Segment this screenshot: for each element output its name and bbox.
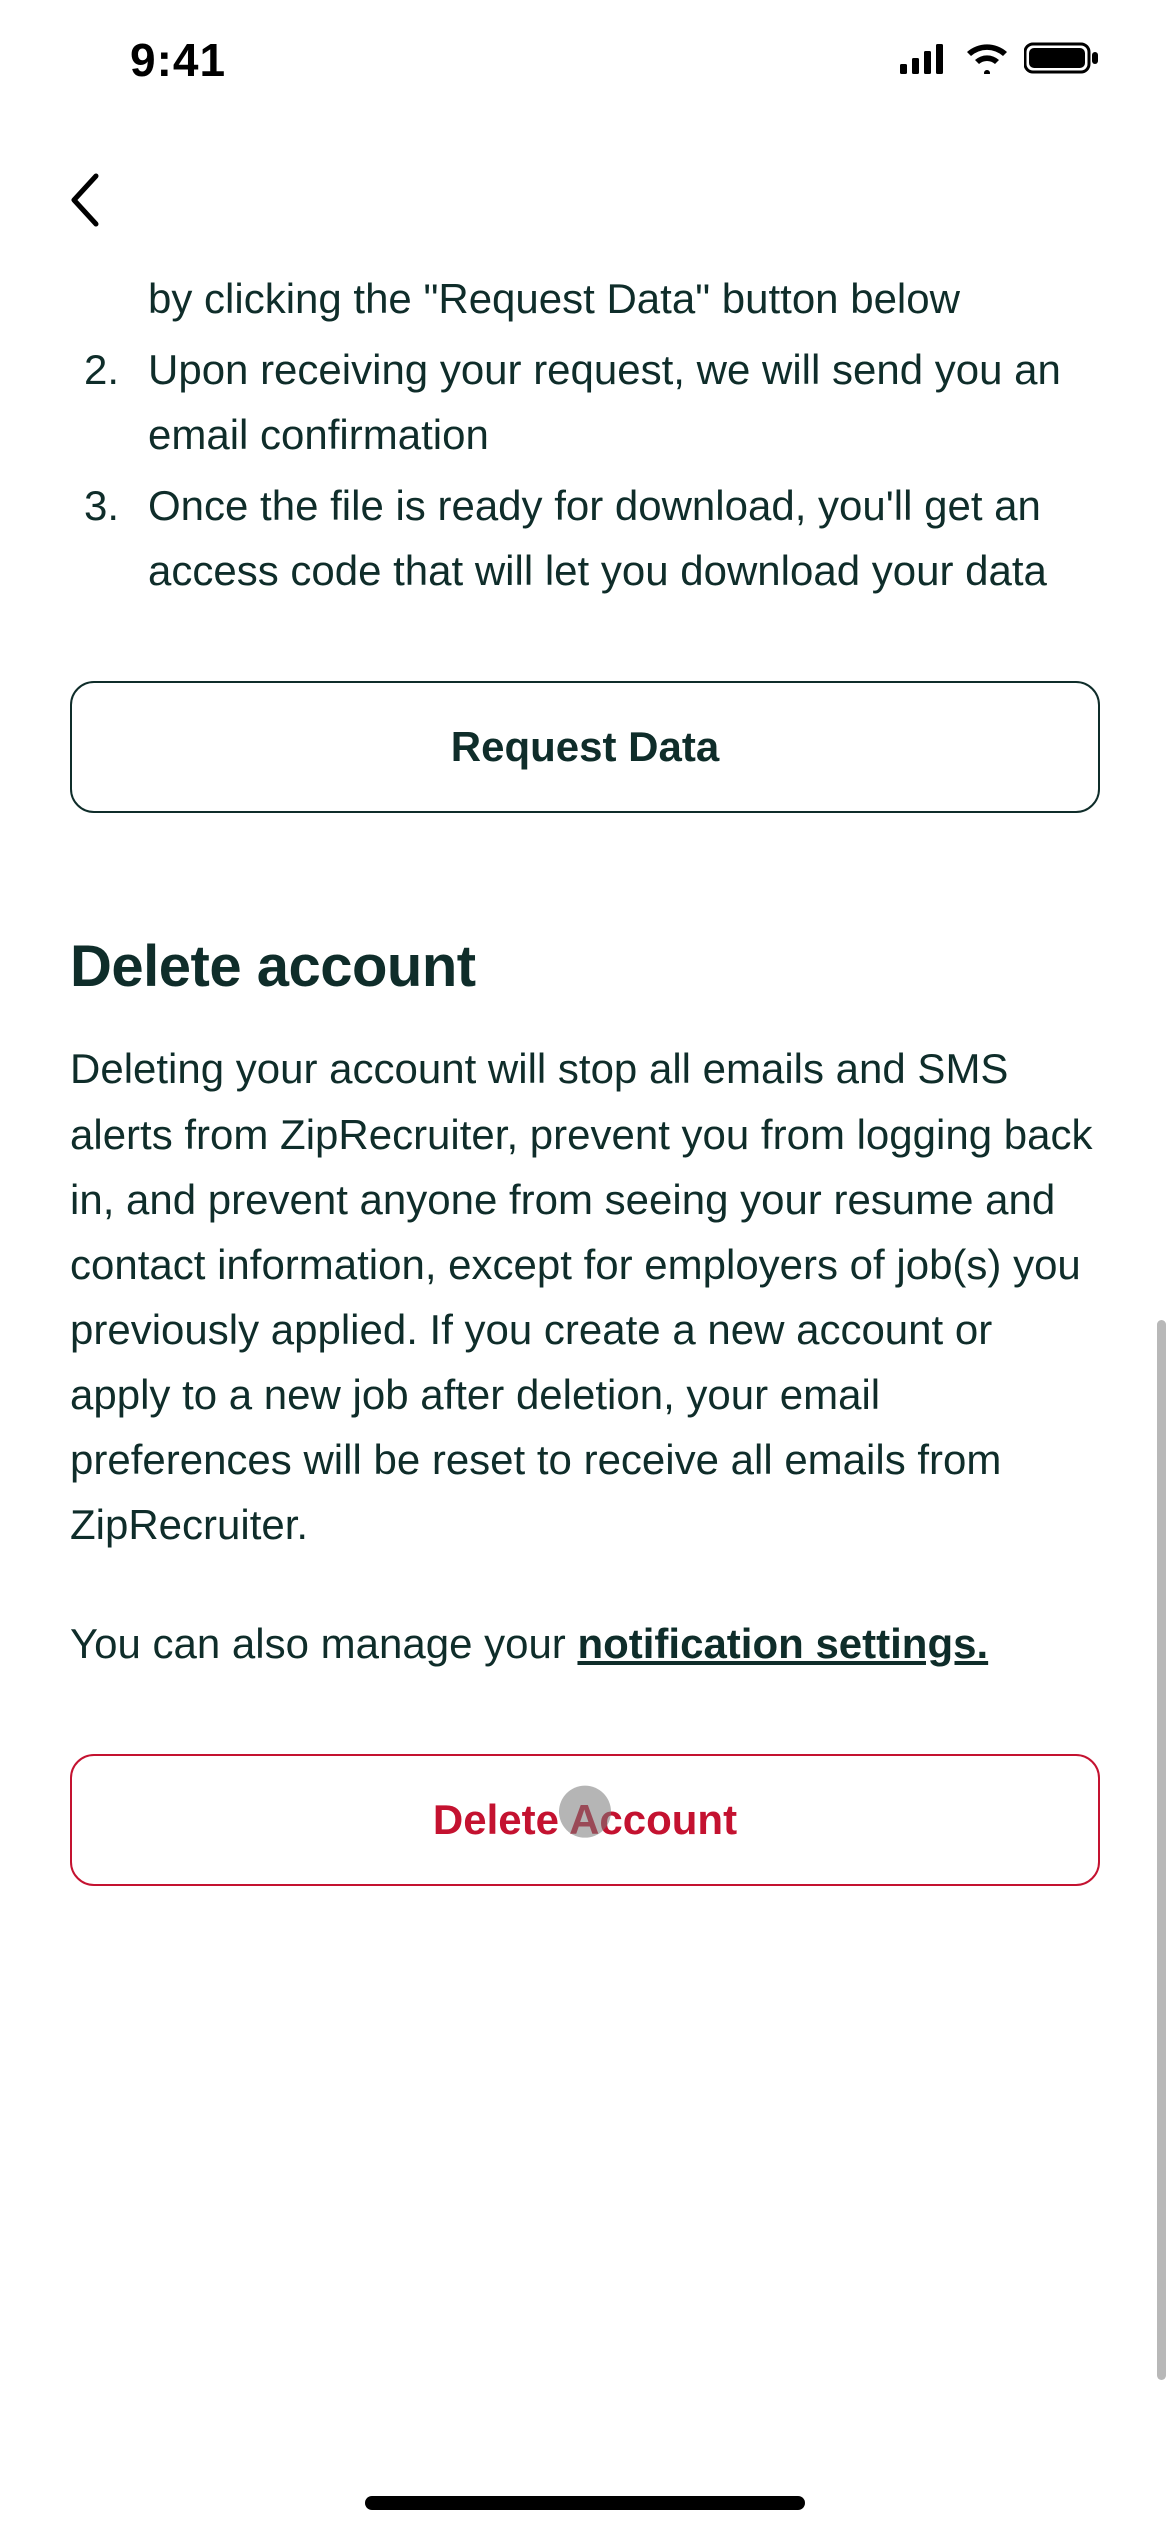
scroll-indicator[interactable] xyxy=(1157,1320,1166,2380)
status-icons xyxy=(900,41,1100,80)
step-3: Once the file is ready for download, you… xyxy=(70,473,1100,603)
wifi-icon xyxy=(964,42,1010,79)
battery-icon xyxy=(1024,41,1100,80)
nav-header xyxy=(0,140,1170,260)
status-time: 9:41 xyxy=(130,33,226,87)
chevron-left-icon xyxy=(66,172,102,228)
step-2: Upon receiving your request, we will sen… xyxy=(70,337,1100,467)
delete-account-title: Delete account xyxy=(70,933,1100,1000)
cellular-icon xyxy=(900,42,950,79)
delete-account-button[interactable]: Delete Account xyxy=(70,1754,1100,1886)
back-button[interactable] xyxy=(60,176,108,224)
step-1-partial: by clicking the "Request Data" button be… xyxy=(70,266,1100,331)
status-bar: 9:41 xyxy=(0,0,1170,120)
manage-notifications-text: You can also manage your notification se… xyxy=(70,1611,1100,1676)
request-data-button[interactable]: Request Data xyxy=(70,681,1100,813)
delete-account-button-label: Delete Account xyxy=(433,1796,737,1843)
notification-settings-link[interactable]: notification settings. xyxy=(577,1620,988,1667)
manage-prefix: You can also manage your xyxy=(70,1620,577,1667)
content-scroll[interactable]: by clicking the "Request Data" button be… xyxy=(0,280,1170,2532)
home-indicator[interactable] xyxy=(365,2496,805,2510)
delete-account-body: Deleting your account will stop all emai… xyxy=(70,1036,1100,1557)
